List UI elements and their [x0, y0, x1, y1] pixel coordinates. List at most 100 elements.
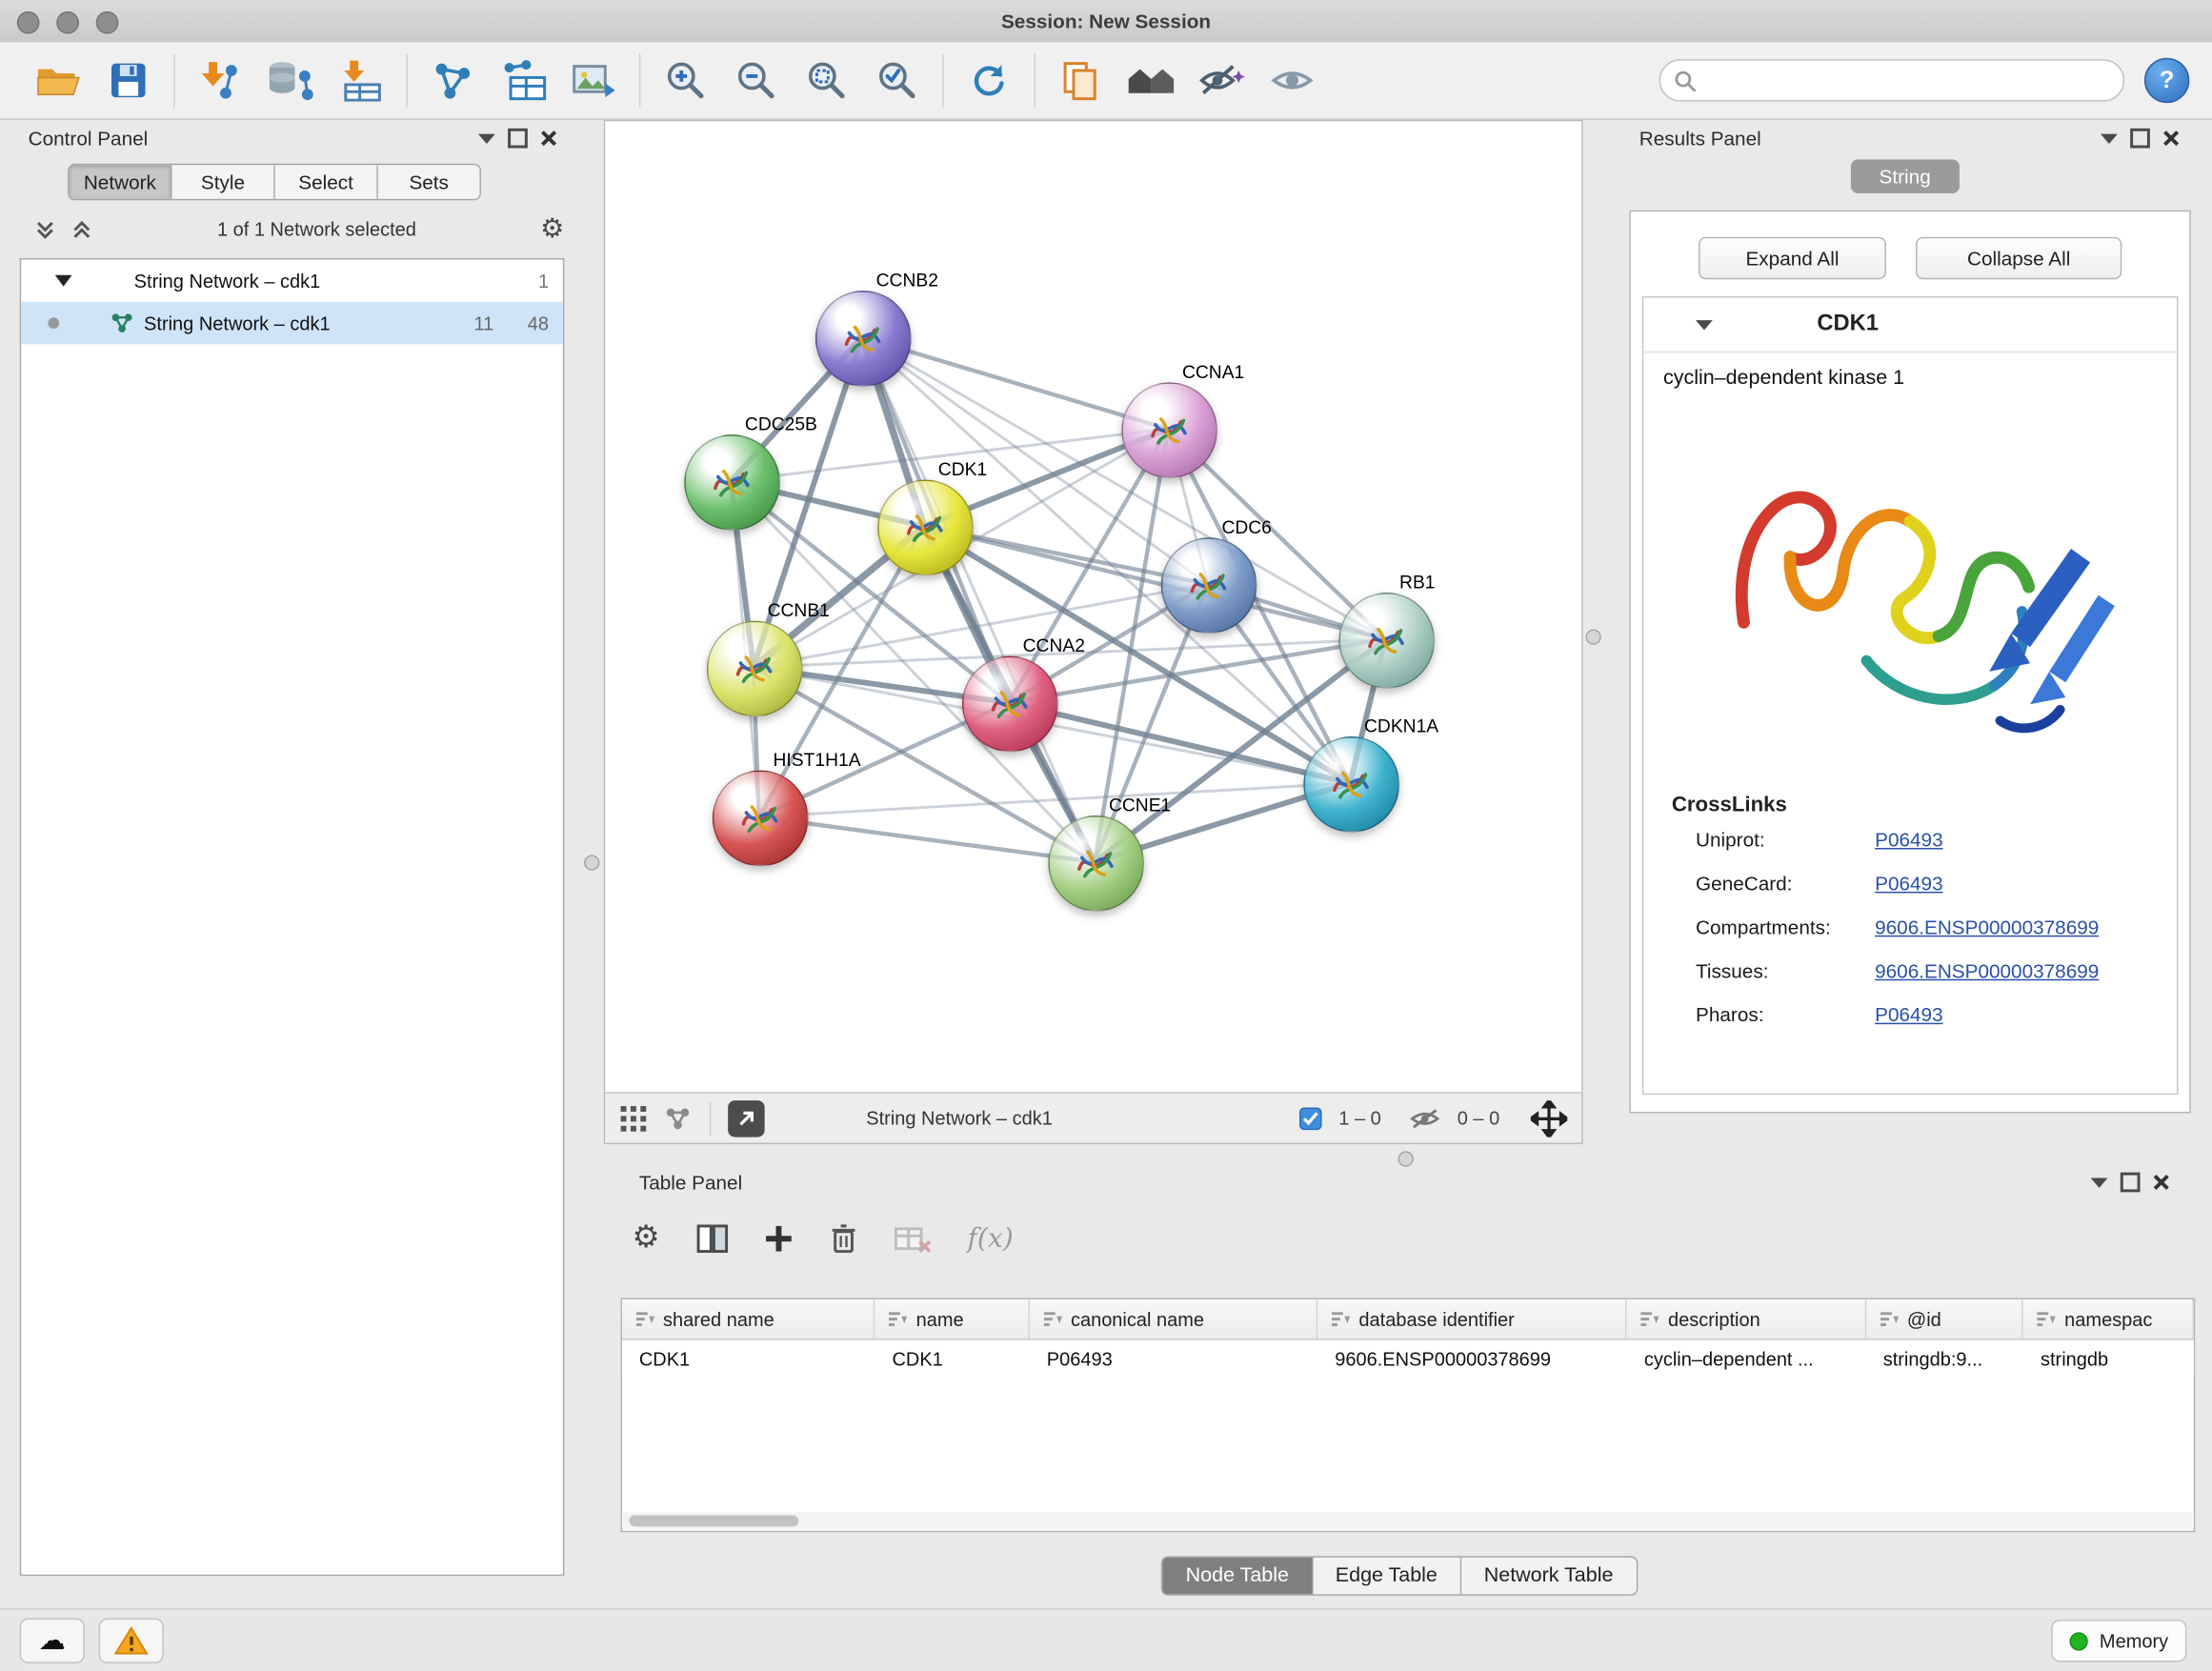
- crosslink-value-link[interactable]: P06493: [1875, 871, 1942, 894]
- add-column-icon[interactable]: [764, 1224, 793, 1253]
- expand-all-icon[interactable]: [34, 218, 57, 241]
- column-header-shared-name[interactable]: shared name: [622, 1299, 875, 1339]
- tab-network[interactable]: Network: [70, 165, 172, 199]
- search-field[interactable]: [1659, 59, 2125, 101]
- section-collapse-icon[interactable]: [1696, 319, 1713, 329]
- columns-icon[interactable]: [696, 1224, 728, 1253]
- help-button[interactable]: ?: [2144, 58, 2189, 103]
- first-neighbors-button[interactable]: [1116, 48, 1186, 112]
- import-table-button[interactable]: [326, 48, 396, 112]
- network-node-cdc6[interactable]: [1161, 537, 1257, 634]
- gene-section-header[interactable]: CDK1: [1643, 297, 2177, 352]
- search-input[interactable]: [1704, 69, 2109, 92]
- maximize-panel-button[interactable]: [2124, 126, 2156, 151]
- left-splitter-handle[interactable]: [584, 855, 599, 870]
- cloud-button[interactable]: ☁: [20, 1619, 85, 1663]
- selected-checkbox-icon[interactable]: [1299, 1107, 1322, 1130]
- column-header-@id[interactable]: @id: [1866, 1299, 2023, 1339]
- tab-string[interactable]: String: [1851, 159, 1959, 193]
- right-splitter-handle[interactable]: [1586, 629, 1601, 644]
- maximize-panel-button[interactable]: [502, 126, 533, 151]
- zoom-fit-button[interactable]: [792, 48, 862, 112]
- minimize-window-button[interactable]: [56, 11, 79, 34]
- expand-all-button[interactable]: Expand All: [1699, 237, 1886, 279]
- zoom-out-button[interactable]: [721, 48, 792, 112]
- tab-sets[interactable]: Sets: [378, 165, 480, 199]
- table-cell[interactable]: stringdb:9...: [1866, 1340, 2023, 1378]
- memory-button[interactable]: Memory: [2052, 1620, 2187, 1661]
- collapse-all-icon[interactable]: [70, 218, 93, 241]
- table-cell[interactable]: CDK1: [875, 1340, 1030, 1378]
- warnings-button[interactable]: [99, 1619, 164, 1663]
- crosslink-value-link[interactable]: P06493: [1875, 1002, 1942, 1025]
- network-row-selected[interactable]: String Network – cdk1 11 48: [21, 302, 563, 344]
- export-image-button[interactable]: [558, 48, 629, 112]
- tree-expand-icon[interactable]: [55, 275, 72, 287]
- preview-button[interactable]: [1257, 48, 1327, 112]
- zoom-selected-button[interactable]: [862, 48, 933, 112]
- move-icon[interactable]: [1531, 1099, 1568, 1137]
- network-table-button[interactable]: [488, 48, 558, 112]
- network-node-rb1[interactable]: [1338, 593, 1435, 689]
- column-header-canonical-name[interactable]: canonical name: [1030, 1299, 1317, 1339]
- network-node-ccna2[interactable]: [962, 656, 1058, 753]
- network-node-cdc25b[interactable]: [684, 434, 780, 531]
- table-cell[interactable]: stringdb: [2023, 1340, 2194, 1378]
- horizontal-splitter-handle[interactable]: [1398, 1151, 1414, 1166]
- network-node-cdkn1a[interactable]: [1303, 736, 1399, 833]
- crosslink-value-link[interactable]: 9606.ENSP00000378699: [1875, 915, 2099, 937]
- copy-document-button[interactable]: [1045, 48, 1116, 112]
- open-in-window-button[interactable]: [728, 1099, 765, 1137]
- save-session-button[interactable]: [93, 48, 164, 112]
- horizontal-scrollbar[interactable]: [624, 1513, 2193, 1530]
- network-canvas[interactable]: CCNB2CCNA1CDC25BCDK1CDC6RB1CCNB1CCNA2CDK…: [605, 121, 1581, 1092]
- collapse-panel-button[interactable]: [472, 126, 503, 151]
- grid-icon[interactable]: [619, 1104, 648, 1133]
- table-cell[interactable]: 9606.ENSP00000378699: [1317, 1340, 1627, 1378]
- collapse-panel-button[interactable]: [2094, 126, 2125, 151]
- tab-node-table[interactable]: Node Table: [1163, 1558, 1313, 1595]
- hidden-eye-icon[interactable]: [1409, 1107, 1440, 1130]
- tab-edge-table[interactable]: Edge Table: [1313, 1558, 1461, 1595]
- network-node-ccna1[interactable]: [1121, 382, 1217, 478]
- network-node-cdk1[interactable]: [877, 480, 974, 576]
- scrollbar-thumb[interactable]: [629, 1515, 798, 1526]
- column-header-database-identifier[interactable]: database identifier: [1317, 1299, 1627, 1339]
- import-network-database-button[interactable]: [255, 48, 326, 112]
- network-edge[interactable]: [759, 816, 1095, 861]
- network-node-hist1h1a[interactable]: [713, 771, 809, 867]
- crosslink-value-link[interactable]: P06493: [1875, 828, 1942, 851]
- close-panel-button[interactable]: [2156, 126, 2187, 151]
- column-header-namespac[interactable]: namespac: [2023, 1299, 2194, 1339]
- network-node-ccne1[interactable]: [1048, 815, 1144, 912]
- tab-style[interactable]: Style: [172, 165, 275, 199]
- table-cell[interactable]: P06493: [1030, 1340, 1317, 1378]
- network-icon[interactable]: [665, 1105, 694, 1131]
- close-window-button[interactable]: [17, 11, 40, 34]
- network-node-ccnb2[interactable]: [815, 291, 912, 387]
- table-cell[interactable]: cyclin–dependent ...: [1627, 1340, 1866, 1378]
- network-edge[interactable]: [862, 337, 1095, 862]
- column-header-name[interactable]: name: [875, 1299, 1030, 1339]
- gear-icon[interactable]: ⚙: [540, 216, 564, 243]
- table-settings-gear-icon[interactable]: ⚙: [632, 1223, 659, 1255]
- network-collection-row[interactable]: String Network – cdk1 1: [21, 259, 563, 301]
- zoom-in-button[interactable]: [651, 48, 721, 112]
- table-row[interactable]: CDK1CDK1P064939606.ENSP00000378699cyclin…: [622, 1340, 2194, 1378]
- crosslink-value-link[interactable]: 9606.ENSP00000378699: [1875, 958, 2099, 981]
- refresh-button[interactable]: [954, 48, 1024, 112]
- close-panel-button[interactable]: [2145, 1170, 2177, 1196]
- maximize-panel-button[interactable]: [2115, 1170, 2146, 1196]
- tab-select[interactable]: Select: [275, 165, 378, 199]
- close-panel-button[interactable]: [533, 126, 565, 151]
- collapse-all-button[interactable]: Collapse All: [1916, 237, 2122, 279]
- open-session-button[interactable]: [23, 48, 93, 112]
- collapse-panel-button[interactable]: [2083, 1170, 2115, 1196]
- import-network-file-button[interactable]: [185, 48, 255, 112]
- column-header-description[interactable]: description: [1627, 1299, 1866, 1339]
- trash-icon[interactable]: [829, 1223, 857, 1255]
- new-network-button[interactable]: [417, 48, 488, 112]
- table-cell[interactable]: CDK1: [622, 1340, 875, 1378]
- zoom-window-button[interactable]: [96, 11, 119, 34]
- network-node-ccnb1[interactable]: [707, 621, 803, 717]
